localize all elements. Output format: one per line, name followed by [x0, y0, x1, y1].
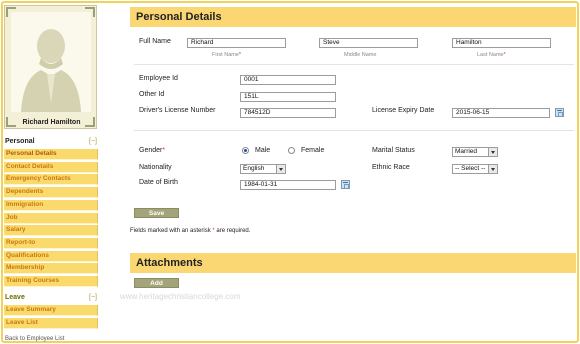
menu-header-personal[interactable]: Personal [−] [4, 137, 99, 148]
employee-id-input[interactable]: 0001 [240, 75, 336, 85]
section-title: Attachments [136, 257, 203, 269]
required-fields-note: Fields marked with an asterisk * are req… [130, 228, 251, 234]
sidebar-menu-item[interactable]: Emergency Contacts [4, 174, 98, 186]
sidebar-menu-item[interactable]: Contact Details [4, 161, 98, 173]
sidebar-menu-item[interactable]: Salary [4, 225, 98, 237]
divider [134, 130, 574, 131]
person-silhouette-icon [21, 29, 81, 112]
sidebar-menu-item[interactable]: Membership [4, 263, 98, 275]
personal-details-header: Personal Details [130, 7, 576, 27]
employee-name: Richard Hamilton [22, 119, 81, 126]
last-name-input[interactable]: Hamilton [452, 38, 551, 48]
photo-corner [85, 7, 95, 17]
sidebar-menu-item[interactable]: Personal Details [4, 149, 98, 160]
collapse-toggle[interactable]: [−] [89, 294, 97, 301]
attachments-header: Attachments [130, 253, 576, 273]
menu-header-leave[interactable]: Leave [−] [4, 293, 99, 304]
first-name-input[interactable]: Richard [187, 38, 286, 48]
ethnic-race-label: Ethnic Race [372, 164, 410, 171]
gender-female-radio[interactable] [288, 147, 295, 154]
ethnic-race-select[interactable]: -- Select -- [452, 164, 498, 174]
date-of-birth-label: Date of Birth [139, 179, 178, 186]
license-number-label: Driver's License Number [139, 107, 216, 114]
sidebar-menu-item[interactable]: Leave List [4, 317, 98, 329]
sidebar-menu-item[interactable]: Dependents [4, 187, 98, 199]
sidebar-menu-item[interactable]: Leave Summary [4, 305, 98, 316]
marital-status-select[interactable]: Married [452, 147, 498, 157]
sidebar-menu-item[interactable]: Qualifications [4, 250, 98, 262]
sidebar-menu-item[interactable]: Training Courses [4, 276, 98, 287]
license-expiry-input[interactable]: 2015-06-15 [452, 108, 550, 118]
nationality-select[interactable]: English [240, 164, 286, 174]
watermark: www.heritagechristiancollege.com [120, 292, 241, 301]
chevron-down-icon [488, 148, 497, 156]
gender-male-label: Male [255, 147, 271, 154]
chevron-down-icon [488, 165, 497, 173]
sidebar-menu-item[interactable]: Report-to [4, 237, 98, 249]
middle-name-hint: Middle Name [344, 52, 377, 58]
marital-status-label: Marital Status [372, 147, 415, 154]
photo-corner [6, 7, 16, 17]
gender-female-label: Female [301, 147, 325, 154]
profile-photo-box[interactable]: Richard Hamilton [4, 5, 97, 129]
other-id-input[interactable]: 151L [240, 92, 336, 102]
divider [134, 64, 574, 65]
gender-label: Gender* [139, 147, 166, 154]
employee-id-label: Employee Id [139, 75, 178, 82]
last-name-hint: Last Name* [477, 52, 506, 58]
middle-name-input[interactable]: Steve [319, 38, 418, 48]
section-title: Personal Details [136, 11, 222, 23]
date-of-birth-input[interactable]: 1984-01-31 [240, 180, 336, 190]
license-number-input[interactable]: 784512D [240, 108, 336, 118]
gender-male-radio[interactable] [242, 147, 249, 154]
full-name-label: Full Name [139, 38, 171, 45]
sidebar-menu-item[interactable]: Job [4, 212, 98, 224]
add-attachment-button[interactable]: Add [134, 278, 179, 288]
chevron-down-icon [276, 165, 285, 173]
other-id-label: Other Id [139, 91, 165, 98]
first-name-hint: First Name* [212, 52, 242, 58]
calendar-icon[interactable] [555, 108, 564, 117]
license-expiry-label: License Expiry Date [372, 107, 435, 114]
collapse-toggle[interactable]: [−] [89, 138, 97, 145]
profile-photo[interactable] [11, 12, 91, 112]
sidebar-menu-item[interactable]: Immigration [4, 199, 98, 211]
nationality-label: Nationality [139, 164, 172, 171]
save-button[interactable]: Save [134, 208, 179, 218]
calendar-icon[interactable] [341, 180, 350, 189]
back-to-employee-list-link[interactable]: Back to Employee List [5, 336, 64, 342]
